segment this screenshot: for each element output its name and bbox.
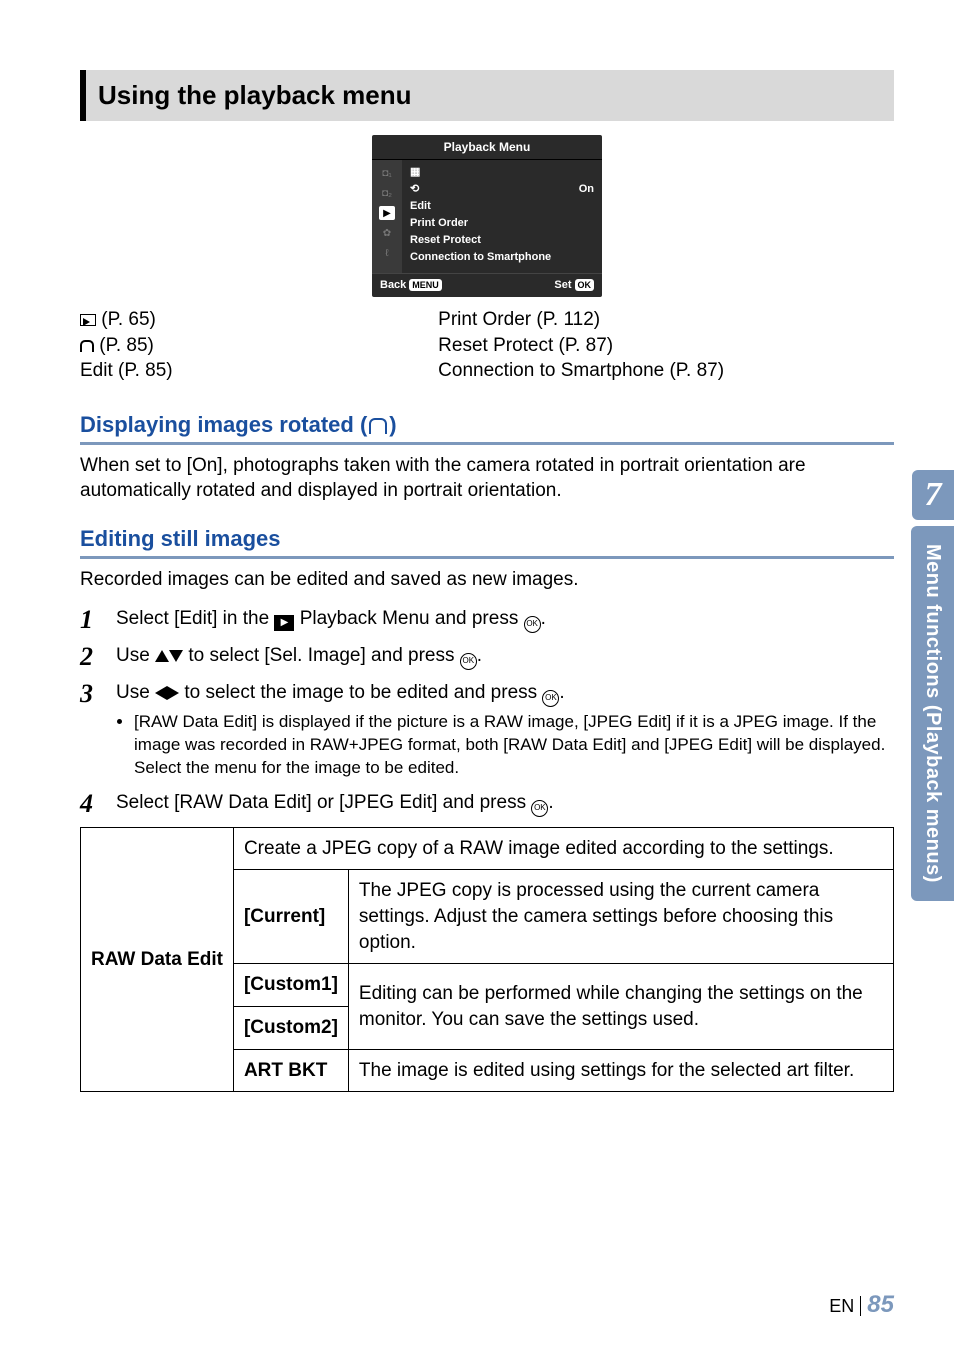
- wrench-icon: ℓ: [379, 246, 395, 260]
- menu-icon-column: ◘₁ ◘₂ ▶ ✿ ℓ: [372, 160, 402, 273]
- menu-item-printorder: Print Order: [410, 215, 594, 232]
- cross-ref-right: Print Order (P. 112) Reset Protect (P. 8…: [438, 307, 894, 384]
- ref-resetprotect: Reset Protect (P. 87): [438, 333, 894, 359]
- editing-intro: Recorded images can be edited and saved …: [80, 567, 894, 593]
- menu-set: SetOK: [554, 278, 594, 293]
- step-1: Select [Edit] in the ▶ Playback Menu and…: [80, 606, 894, 633]
- step-2: Use to select [Sel. Image] and press OK.: [80, 643, 894, 670]
- menu-back: BackMENU: [380, 278, 442, 293]
- playback-menu-icon: ▶: [274, 615, 294, 631]
- table-row-header: RAW Data Edit: [81, 827, 234, 1091]
- menu-item-slideshow: ▦: [410, 164, 594, 181]
- camera1-icon: ◘₁: [379, 166, 395, 180]
- step-4: Select [RAW Data Edit] or [JPEG Edit] an…: [80, 790, 894, 817]
- subheading-editing: Editing still images: [80, 524, 894, 559]
- ok-icon: OK: [524, 616, 541, 633]
- page-footer: EN 85: [829, 1289, 894, 1321]
- chapter-label-tab: Menu functions (Playback menus): [911, 526, 954, 901]
- rotated-paragraph: When set to [On], photographs taken with…: [80, 453, 894, 504]
- cell-current-desc: The JPEG copy is processed using the cur…: [348, 870, 893, 964]
- ref-smartphone: Connection to Smartphone (P. 87): [438, 358, 894, 384]
- cell-custom-desc: Editing can be performed while changing …: [348, 964, 893, 1049]
- step-3-note: [RAW Data Edit] is displayed if the pict…: [134, 711, 894, 780]
- dpad-up-icon: [155, 650, 169, 662]
- cell-custom1-label: [Custom1]: [233, 964, 348, 1007]
- ref-printorder: Print Order (P. 112): [438, 307, 894, 333]
- cell-artbkt-label: ART BKT: [233, 1049, 348, 1092]
- ref-edit: Edit (P. 85): [80, 358, 438, 384]
- chapter-number-tab: 7: [912, 470, 954, 520]
- dpad-right-icon: [167, 686, 179, 700]
- menu-item-smartphone: Connection to Smartphone: [410, 249, 594, 266]
- menu-item-resetprotect: Reset Protect: [410, 232, 594, 249]
- slideshow-icon: [80, 314, 96, 326]
- ref-rotate: (P. 85): [94, 335, 154, 356]
- cell-artbkt-desc: The image is edited using settings for t…: [348, 1049, 893, 1092]
- section-heading: Using the playback menu: [80, 70, 894, 121]
- footer-lang: EN: [829, 1296, 854, 1316]
- ok-icon: OK: [531, 800, 548, 817]
- dpad-down-icon: [169, 650, 183, 662]
- gear-icon: ✿: [379, 226, 395, 240]
- rotate-heading-icon: [369, 418, 387, 434]
- rotate-icon: [80, 340, 94, 352]
- menu-item-edit: Edit: [410, 198, 594, 215]
- step-3: Use to select the image to be edited and…: [80, 680, 894, 780]
- raw-edit-table: RAW Data Edit Create a JPEG copy of a RA…: [80, 827, 894, 1092]
- subheading-rotated: Displaying images rotated (): [80, 410, 894, 445]
- cell-custom2-label: [Custom2]: [233, 1007, 348, 1050]
- cross-ref-left: (P. 65) (P. 85) Edit (P. 85): [80, 307, 438, 384]
- camera2-icon: ◘₂: [379, 186, 395, 200]
- footer-page-number: 85: [867, 1291, 894, 1318]
- ok-icon: OK: [542, 690, 559, 707]
- menu-title: Playback Menu: [372, 135, 602, 160]
- playback-icon: ▶: [379, 206, 395, 220]
- ref-slideshow: (P. 65): [96, 309, 156, 330]
- dpad-left-icon: [155, 686, 167, 700]
- cell-current-label: [Current]: [233, 870, 348, 964]
- menu-item-rotate: ⟲On: [410, 181, 594, 198]
- menu-items: ▦ ⟲On Edit Print Order Reset Protect Con…: [402, 160, 602, 273]
- table-top-row: Create a JPEG copy of a RAW image edited…: [233, 827, 893, 870]
- playback-menu-screenshot: Playback Menu ◘₁ ◘₂ ▶ ✿ ℓ ▦ ⟲On Edit Pri…: [372, 135, 602, 297]
- ok-icon: OK: [460, 653, 477, 670]
